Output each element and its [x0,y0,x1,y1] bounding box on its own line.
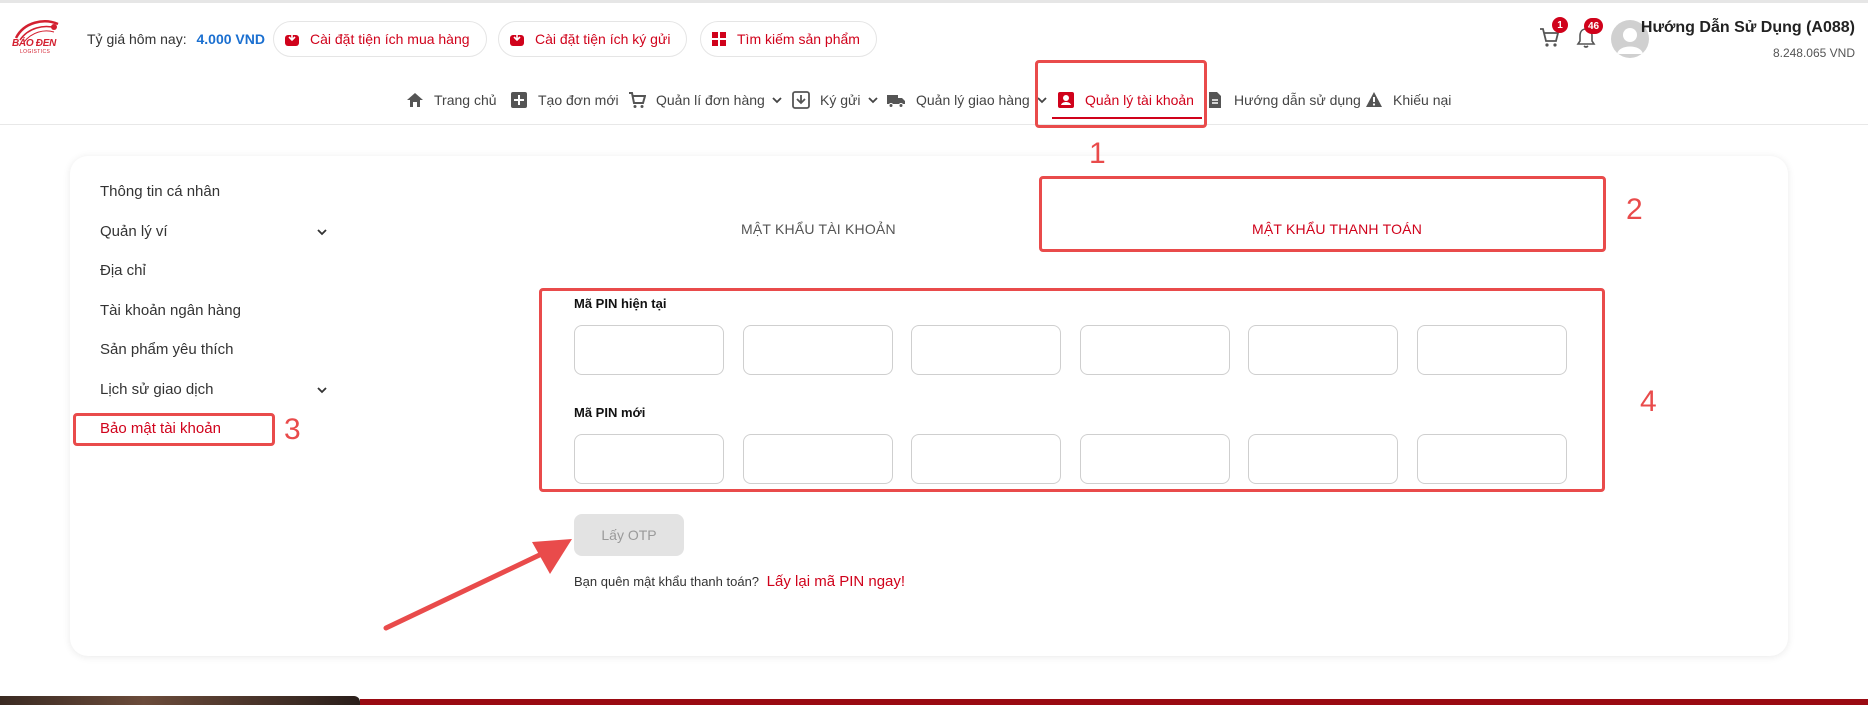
user-balance: 8.248.065 VND [1772,46,1855,60]
exchange-rate: Tỷ giá hôm nay: 4.000 VND [87,31,265,47]
sidebar-item-transaction-history[interactable]: Lịch sử giao dịch [100,381,213,398]
download-box-icon [510,32,524,46]
pill-label: Tìm kiếm sản phẩm [737,31,860,47]
nav-complaints[interactable]: Khiếu nại [1365,88,1451,112]
exchange-rate-value: 4.000 VND [196,31,265,47]
nav-delivery-management[interactable]: Quản lý giao hàng [886,88,1048,112]
grid-search-icon [712,32,726,46]
chevron-down-icon [772,97,782,104]
annotation-box-payment-tab [1039,176,1606,252]
tab-account-password[interactable]: MẬT KHẨU TÀI KHOẢN [741,221,896,237]
sidebar-item-favorites[interactable]: Sản phẩm yêu thích [100,341,233,358]
chevron-down-icon [867,97,878,104]
download-box-icon [285,32,299,46]
annotation-number: 3 [284,413,301,446]
chevron-down-icon[interactable] [316,384,328,396]
annotation-box-pin-fields [539,288,1605,492]
annotation-box-security-item [73,413,275,446]
get-otp-button[interactable]: Lấy OTP [574,514,684,556]
plus-square-icon [511,92,527,108]
nav-label: Ký gửi [820,92,861,108]
nav-divider [0,124,1868,125]
install-consignment-extension-button[interactable]: Cài đặt tiện ích ký gửi [498,21,688,57]
nav-create-order[interactable]: Tạo đơn mới [510,88,619,112]
sidebar-item-wallet[interactable]: Quản lý ví [100,223,168,240]
forgot-pin-text: Bạn quên mật khẩu thanh toán? Lấy lại mã… [574,573,905,590]
nav-user-guide[interactable]: Hướng dẫn sử dụng [1206,88,1361,112]
nav-label: Khiếu nại [1393,92,1452,108]
box-icon [792,91,810,109]
top-border [0,0,1868,3]
sidebar-item-personal-info[interactable]: Thông tin cá nhân [100,183,220,200]
annotation-number: 1 [1089,137,1106,170]
home-icon [407,93,423,107]
nav-label: Hướng dẫn sử dụng [1234,92,1361,108]
footer-image-strip [0,696,360,705]
footer-band [360,699,1868,705]
annotation-number: 4 [1640,385,1657,418]
sidebar-item-address[interactable]: Địa chỉ [100,262,146,279]
notification-count-badge: 46 [1584,18,1604,34]
annotation-box-account-menu [1035,60,1207,128]
nav-label: Quản lí đơn hàng [656,92,765,108]
pill-label: Cài đặt tiện ích mua hàng [310,31,470,47]
cart-icon [629,92,646,108]
warning-icon [1366,92,1382,107]
search-products-button[interactable]: Tìm kiếm sản phẩm [700,21,877,57]
cart-count-badge: 1 [1552,17,1568,33]
exchange-rate-label: Tỷ giá hôm nay: [87,31,187,47]
nav-label: Quản lý giao hàng [916,92,1030,108]
install-purchase-extension-button[interactable]: Cài đặt tiện ích mua hàng [273,21,487,57]
nav-home[interactable]: Trang chủ [406,88,497,112]
chevron-down-icon[interactable] [316,226,328,238]
logo-text: BẢO ĐEN [12,38,57,49]
logo-subtext: LOGISTICS [20,49,51,55]
nav-consignment[interactable]: Ký gửi [792,88,879,112]
truck-icon [887,95,905,108]
forgot-pin-question: Bạn quên mật khẩu thanh toán? [574,574,760,589]
document-icon [1209,92,1221,108]
annotation-number: 2 [1626,193,1643,226]
nav-order-management[interactable]: Quản lí đơn hàng [628,88,783,112]
nav-label: Tạo đơn mới [538,92,619,108]
sidebar-item-bank-account[interactable]: Tài khoản ngân hàng [100,302,241,319]
reset-pin-link[interactable]: Lấy lại mã PIN ngay! [767,573,905,590]
pill-label: Cài đặt tiện ích ký gửi [535,31,671,47]
nav-label: Trang chủ [434,92,497,108]
user-name[interactable]: Hướng Dẫn Sử Dụng (A088) [1641,19,1855,37]
annotation-arrow-icon [383,539,572,631]
